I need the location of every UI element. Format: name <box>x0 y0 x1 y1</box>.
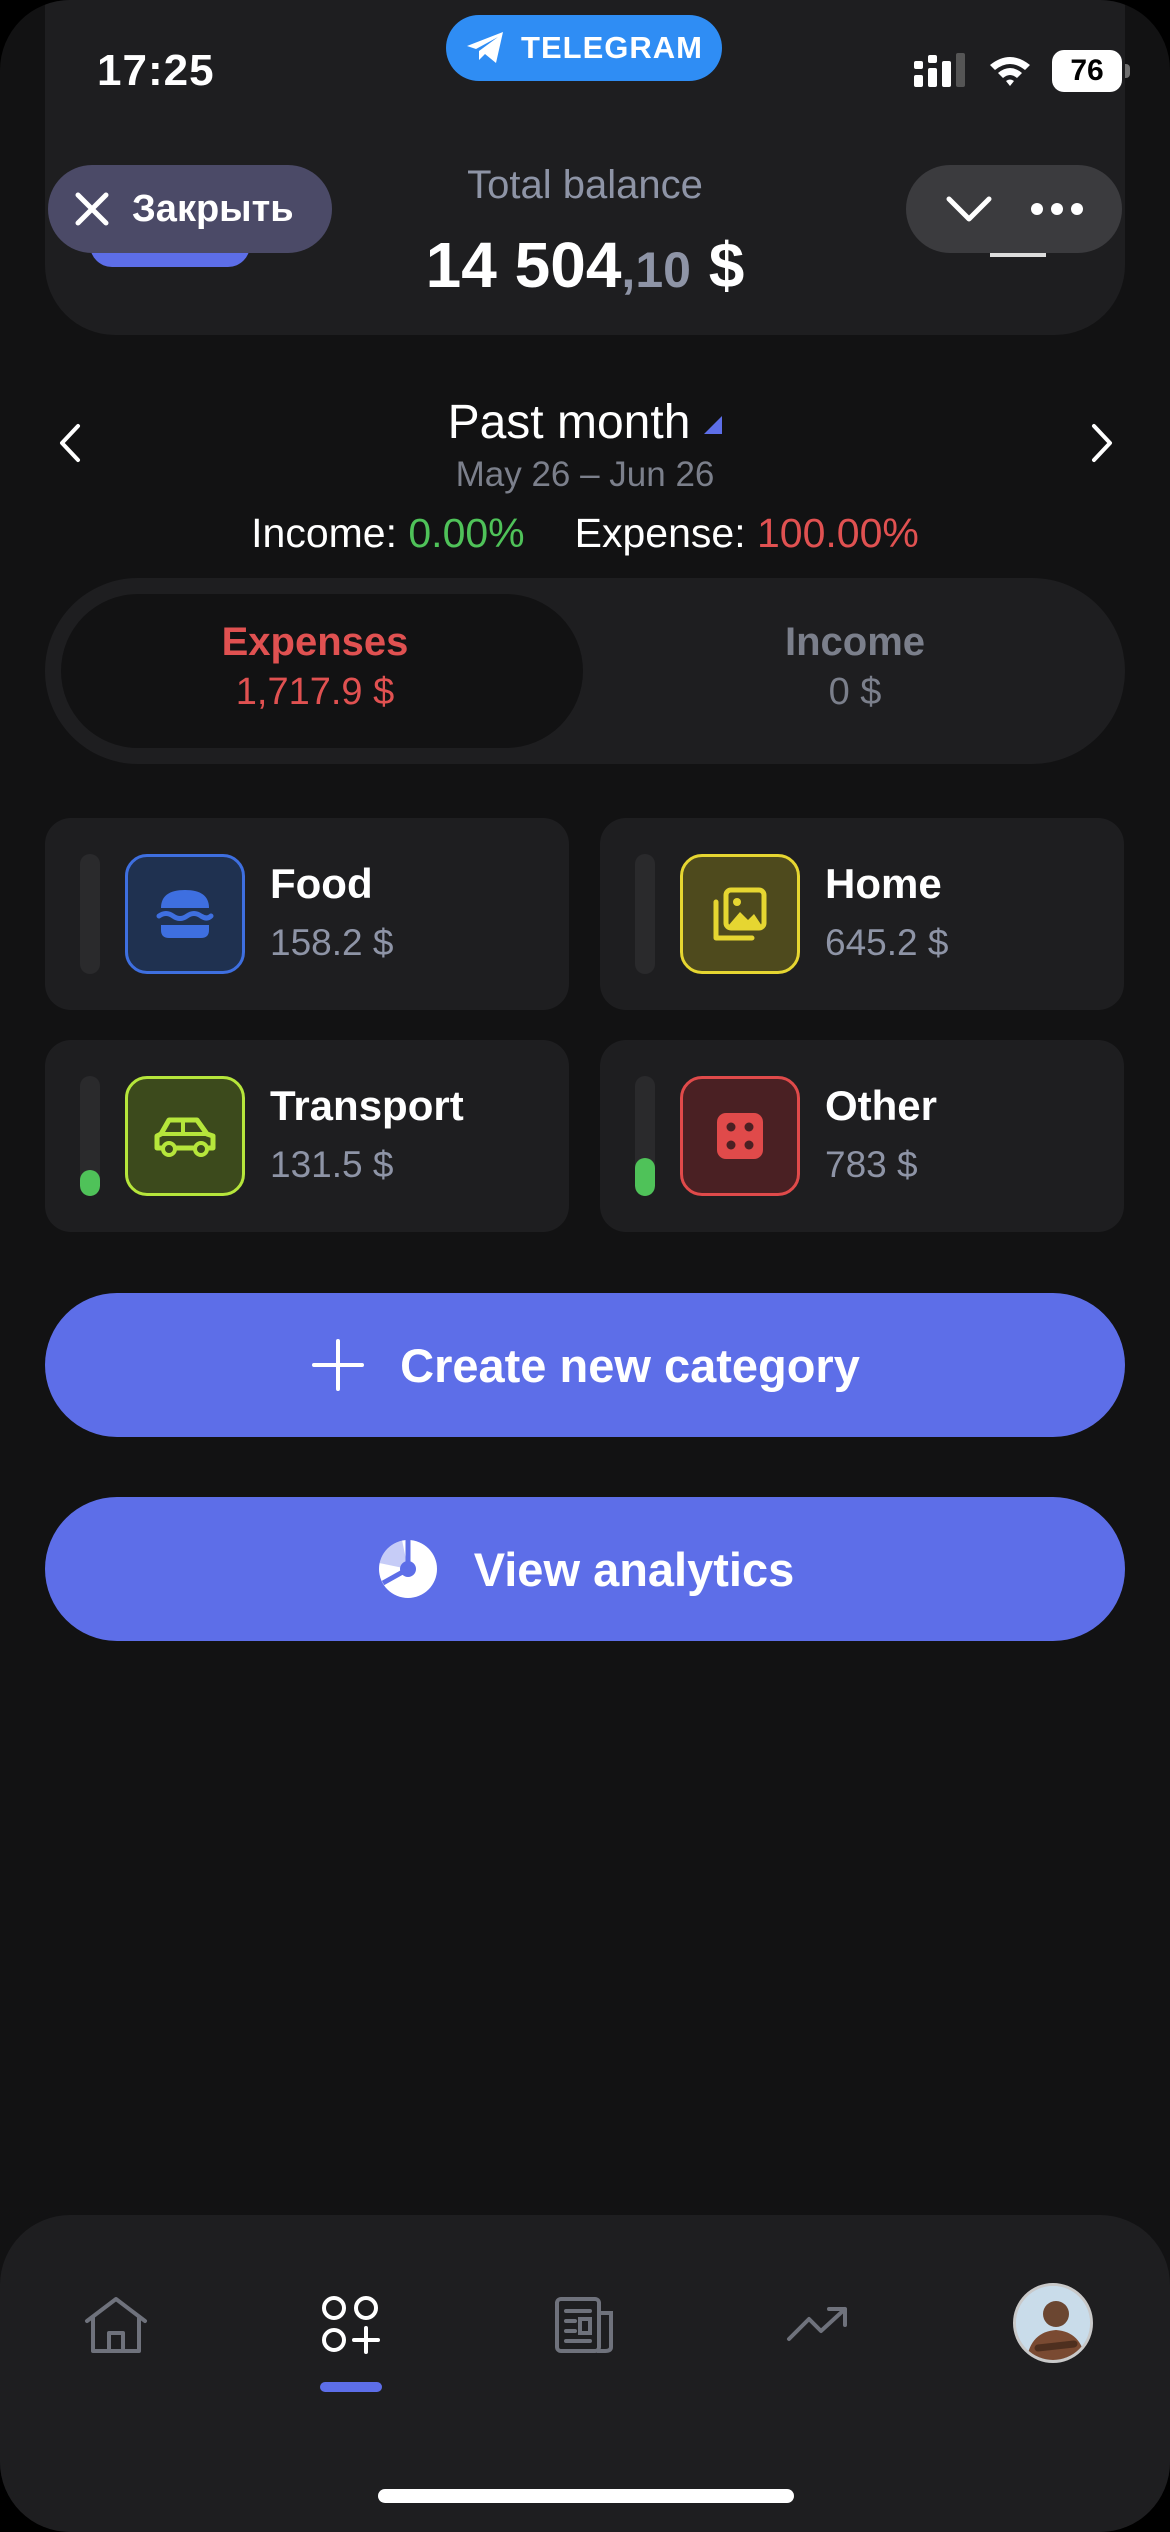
status-icons: 76 <box>914 50 1130 92</box>
balance-cents: ,10 <box>621 242 691 298</box>
tab-expenses[interactable]: Expenses 1,717.9 $ <box>45 620 585 714</box>
news-icon <box>555 2297 613 2353</box>
dropdown-triangle-icon <box>704 416 723 435</box>
category-card-home[interactable]: Home 645.2 $ <box>600 818 1124 1010</box>
income-ratio-value: 0.00% <box>408 510 525 556</box>
period-range: May 26 – Jun 26 <box>455 455 715 494</box>
category-card-other[interactable]: Other 783 $ <box>600 1040 1124 1232</box>
telegram-label: TELEGRAM <box>521 30 703 65</box>
home-indicator[interactable] <box>378 2489 794 2503</box>
category-icon-box <box>680 1076 800 1196</box>
active-tab-indicator <box>320 2382 382 2392</box>
tab-home[interactable] <box>76 2285 156 2365</box>
dice-icon <box>717 1113 763 1159</box>
telegram-pill[interactable]: TELEGRAM <box>446 15 722 81</box>
category-card-transport[interactable]: Transport 131.5 $ <box>45 1040 569 1232</box>
category-name: Home <box>825 860 942 907</box>
expenses-label: Expenses <box>221 620 409 664</box>
category-share-bar <box>635 854 655 974</box>
category-share-bar <box>80 854 100 974</box>
battery-icon: 76 <box>1052 50 1130 92</box>
home-icon <box>85 2297 147 2353</box>
income-label: Income <box>784 620 926 664</box>
category-amount: 645.2 $ <box>825 922 949 963</box>
avatar[interactable] <box>1013 2283 1093 2363</box>
tab-trends[interactable] <box>778 2285 858 2365</box>
categories-icon <box>322 2296 380 2354</box>
signal-icon <box>914 53 965 87</box>
category-name: Other <box>825 1082 938 1129</box>
expense-ratio-value: 100.00% <box>756 510 919 556</box>
create-category-button[interactable]: Create new category <box>45 1293 1125 1437</box>
income-ratio-label: Income: <box>251 510 409 556</box>
pie-chart-icon <box>378 1540 437 1598</box>
income-value: 0 $ <box>828 671 882 713</box>
expense-income-toggle: Expenses 1,717.9 $ Income 0 $ <box>45 578 1125 764</box>
income-expense-ratio: Income: 0.00% Expense: 100.00% <box>0 510 1170 557</box>
category-icon-box <box>125 1076 245 1196</box>
status-time: 17:25 <box>97 46 215 95</box>
wifi-icon <box>990 57 1030 86</box>
category-name: Food <box>270 860 373 907</box>
category-share-bar <box>635 1076 655 1196</box>
app-screen: 17:25 TELEGRAM 76 Закрыть Total balance … <box>0 0 1170 2532</box>
bottom-tab-bar <box>0 2215 1170 2532</box>
header-menu-group <box>906 165 1122 253</box>
telegram-icon <box>467 32 504 63</box>
view-analytics-button[interactable]: View analytics <box>45 1497 1125 1641</box>
expense-ratio-label: Expense: <box>574 510 757 556</box>
tab-categories[interactable] <box>311 2285 391 2365</box>
category-icon-box <box>680 854 800 974</box>
profile-photo-icon <box>1016 2286 1090 2360</box>
category-amount: 131.5 $ <box>270 1144 394 1185</box>
category-card-food[interactable]: Food 158.2 $ <box>45 818 569 1010</box>
expenses-value: 1,717.9 $ <box>235 671 395 713</box>
more-icon[interactable] <box>1030 202 1084 216</box>
category-share-bar <box>80 1076 100 1196</box>
category-amount: 783 $ <box>825 1144 918 1185</box>
balance-currency: $ <box>690 229 745 301</box>
balance-main: 14 504 <box>425 229 622 301</box>
tab-income[interactable]: Income 0 $ <box>585 620 1125 714</box>
period-selector[interactable]: Past month <box>0 395 1170 450</box>
view-analytics-label: View analytics <box>473 1542 795 1596</box>
car-icon <box>154 1117 216 1157</box>
burger-icon <box>156 890 214 938</box>
trend-icon <box>787 2307 847 2341</box>
tab-news[interactable] <box>544 2285 624 2365</box>
plus-icon <box>312 1339 365 1391</box>
create-category-label: Create new category <box>400 1338 860 1392</box>
chevron-down-icon[interactable] <box>944 194 994 224</box>
category-name: Transport <box>270 1082 464 1129</box>
category-icon-box <box>125 854 245 974</box>
category-amount: 158.2 $ <box>270 922 394 963</box>
period-title: Past month <box>447 396 691 449</box>
image-icon <box>713 887 767 941</box>
